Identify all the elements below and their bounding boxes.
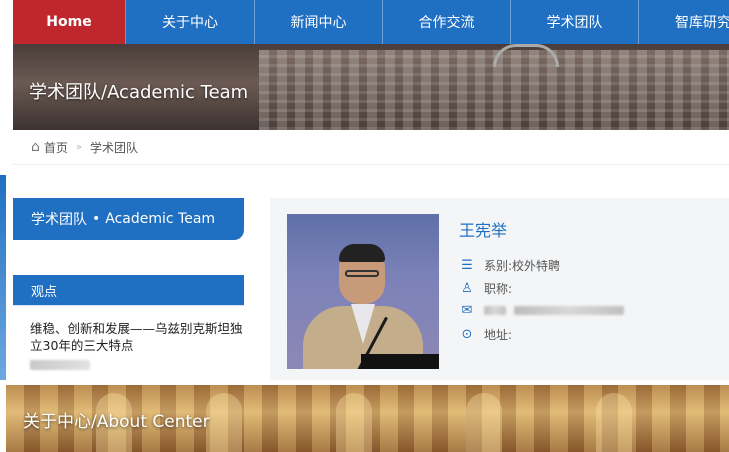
views-divider [13,305,244,306]
views-article-link[interactable]: 维稳、创新和发展——乌兹别克斯坦独立30年的三大特点 [30,320,245,354]
church-arch [206,393,242,452]
info-address: ⊙ 地址: [459,326,513,343]
breadcrumb-current[interactable]: 学术团队 [90,139,138,156]
list-icon: ☰ [461,258,473,273]
info-title: ♙ 职称: [459,280,512,297]
hero-banner: 学术团队/Academic Team [13,44,729,130]
about-center-banner: 关于中心/About Center [6,385,729,452]
page: Home 关于中心 新闻中心 合作交流 学术团队 智库研究 学术团队/Acade… [0,0,729,452]
person-photo[interactable] [287,214,439,369]
church-arch [596,393,632,452]
title-label: 职称: [484,282,513,296]
nav-cooperation[interactable]: 合作交流 [383,0,511,44]
person-name[interactable]: 王宪举 [459,217,507,241]
breadcrumb-separator: » [75,141,83,153]
dome-decoration [493,44,559,67]
location-pin-icon: ⊙ [461,327,473,342]
email-value-blurred [514,306,624,315]
home-icon[interactable]: ⌂ [31,139,40,155]
envelope-icon: ✉ [461,303,473,318]
address-label: 地址: [484,328,513,342]
main-nav: Home 关于中心 新闻中心 合作交流 学术团队 智库研究 [13,0,729,44]
nav-about-center[interactable]: 关于中心 [126,0,255,44]
sidebar-section-cn: 学术团队 [31,212,87,228]
photo-podium [361,354,439,369]
sidebar-section-dot: • [92,211,101,227]
church-arch [466,393,502,452]
about-center-title[interactable]: 关于中心/About Center [23,407,210,432]
sidebar-section-header[interactable]: 学术团队 • Academic Team [13,198,244,240]
info-email: ✉ [459,303,624,318]
breadcrumb: ⌂ 首页 » 学术团队 [13,130,729,165]
nav-news-center[interactable]: 新闻中心 [255,0,383,44]
left-edge-strip [0,175,6,380]
nav-academic-team[interactable]: 学术团队 [511,0,639,44]
department-value: 校外特聘 [512,259,561,273]
views-heading[interactable]: 观点 [13,275,244,305]
photo-glasses [345,270,379,277]
sidebar-section-en: Academic Team [105,211,216,227]
church-arch [336,393,372,452]
hero-title: 学术团队/Academic Team [29,82,249,103]
medal-icon: ♙ [461,281,473,296]
nav-think-tank[interactable]: 智库研究 [639,0,729,44]
breadcrumb-home[interactable]: 首页 [44,139,68,156]
email-label-blurred [484,306,506,315]
department-label: 系别: [484,259,513,273]
nav-home[interactable]: Home [13,0,126,44]
views-article-date-blurred [30,360,90,370]
photo-hair [339,244,385,262]
info-department: ☰ 系别: 校外特聘 [459,257,560,274]
